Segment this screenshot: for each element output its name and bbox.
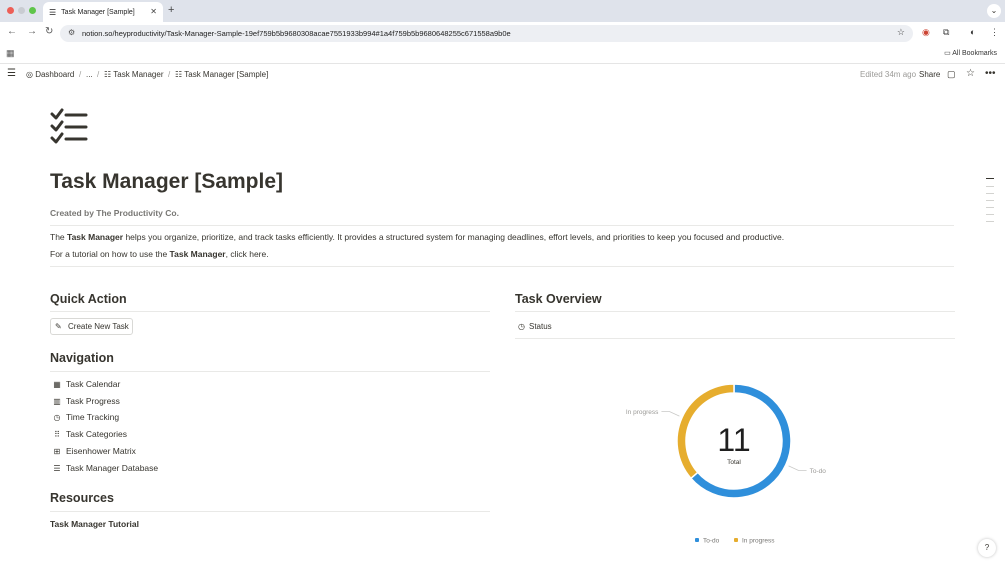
comments-icon[interactable]: ▢: [947, 69, 956, 80]
page-title[interactable]: Task Manager [Sample]: [50, 170, 283, 194]
checklist-page-icon[interactable]: [50, 108, 90, 146]
share-button[interactable]: Share: [919, 70, 940, 79]
extension-icon[interactable]: ◉: [922, 27, 930, 38]
notion-topbar: ☰ ◎ Dashboard / ... / ☷ Task Manager / ☷…: [0, 65, 1005, 87]
toc-marker[interactable]: [986, 207, 994, 208]
nav-item-task-calendar[interactable]: ▦ Task Calendar: [52, 379, 120, 389]
extensions-puzzle-icon[interactable]: ⧉: [943, 27, 949, 38]
sidebar-menu-icon[interactable]: ☰: [7, 68, 16, 79]
matrix-icon: ⊞: [53, 446, 61, 456]
description-paragraph: The Task Manager helps you organize, pri…: [50, 232, 785, 242]
checklist-icon: ☷: [104, 70, 114, 79]
tab-close-icon[interactable]: ✕: [150, 7, 157, 16]
breadcrumb-separator: /: [97, 70, 100, 79]
slice-leader-line: [788, 465, 807, 471]
create-new-task-button[interactable]: ✎ Create New Task: [50, 318, 133, 335]
divider: [515, 338, 955, 339]
browser-tab-bar: ☰ Task Manager [Sample] ✕ + ⌄: [0, 0, 1005, 22]
total-label: Total: [727, 459, 741, 466]
toc-marker[interactable]: [986, 214, 994, 215]
divider: [50, 311, 490, 312]
navigation-heading: Navigation: [50, 351, 114, 365]
nav-item-task-progress[interactable]: ▥ Task Progress: [52, 396, 120, 406]
total-count: 11: [717, 422, 750, 458]
edited-timestamp: Edited 34m ago: [860, 70, 917, 79]
tutorial-resource-link[interactable]: Task Manager Tutorial: [50, 519, 139, 529]
calendar-icon: ▦: [53, 379, 61, 389]
forward-arrow-icon[interactable]: →: [27, 26, 37, 37]
slice-label: In progress: [626, 409, 659, 416]
checklist-icon: ☷: [175, 70, 185, 79]
grid-icon: ⠿: [54, 429, 60, 439]
reload-icon[interactable]: ↻: [45, 26, 53, 37]
browser-toolbar: ← → ↻ ⚙ notion.so/heyproductivity/Task-M…: [0, 22, 1005, 44]
breadcrumb-separator: /: [79, 70, 82, 79]
favorite-star-icon[interactable]: ☆: [966, 68, 975, 79]
status-view-tab[interactable]: ◷ Status: [518, 322, 552, 331]
toc-marker[interactable]: [986, 193, 994, 194]
more-options-icon[interactable]: •••: [985, 68, 996, 79]
apps-grid-icon[interactable]: ▦: [6, 48, 15, 59]
divider: [50, 266, 954, 267]
divider: [515, 311, 955, 312]
back-arrow-icon[interactable]: ←: [7, 26, 17, 37]
url-text: notion.so/heyproductivity/Task-Manager-S…: [82, 29, 511, 38]
all-bookmarks-button[interactable]: ▭ All Bookmarks: [944, 49, 997, 57]
minimize-window-button[interactable]: [18, 7, 25, 14]
browser-menu-icon[interactable]: ⋮: [990, 27, 999, 38]
tutorial-link[interactable]: , click here.: [226, 249, 269, 259]
creator-text: Created by The Productivity Co.: [50, 208, 179, 218]
dashboard-icon: ◎: [26, 70, 36, 79]
breadcrumb-dashboard[interactable]: ◎ Dashboard: [26, 70, 74, 79]
slice-leader-line: [661, 411, 680, 417]
divider: [50, 371, 490, 372]
tab-title: Task Manager [Sample]: [61, 8, 135, 16]
slice-label: To-do: [810, 468, 827, 475]
nav-item-task-categories[interactable]: ⠿ Task Categories: [52, 429, 127, 439]
toc-marker[interactable]: [986, 200, 994, 201]
close-window-button[interactable]: [7, 7, 14, 14]
maximize-window-button[interactable]: [29, 7, 36, 14]
legend-swatch: [695, 538, 699, 542]
browser-tab[interactable]: ☰ Task Manager [Sample] ✕: [43, 2, 163, 22]
nav-item-task-manager-database[interactable]: ☰ Task Manager Database: [52, 463, 158, 473]
help-icon[interactable]: ?: [978, 539, 996, 557]
bookmark-star-icon[interactable]: ☆: [897, 27, 905, 38]
resources-heading: Resources: [50, 491, 114, 505]
tutorial-paragraph: For a tutorial on how to use the Task Ma…: [50, 249, 269, 259]
breadcrumb-ellipsis[interactable]: ...: [86, 70, 93, 79]
nav-item-time-tracking[interactable]: ◷ Time Tracking: [52, 412, 120, 422]
toc-marker[interactable]: [986, 221, 994, 222]
site-info-icon[interactable]: ⚙: [68, 28, 75, 37]
profile-avatar-icon[interactable]: ◐: [970, 27, 975, 37]
status-donut-chart: 11 Total To-do In progress To-do In progre…: [626, 383, 827, 545]
divider: [50, 511, 490, 512]
breadcrumb-task-manager[interactable]: ☷ Task Manager: [104, 70, 164, 79]
quick-action-heading: Quick Action: [50, 292, 127, 306]
nav-item-eisenhower-matrix[interactable]: ⊞ Eisenhower Matrix: [52, 446, 136, 456]
divider: [50, 225, 954, 226]
tab-search-chevron-icon[interactable]: ⌄: [987, 4, 1001, 18]
new-tab-button[interactable]: +: [168, 4, 174, 16]
columns-icon: ▥: [53, 396, 61, 406]
task-overview-heading: Task Overview: [515, 292, 602, 306]
legend-swatch: [734, 538, 738, 542]
breadcrumb-current[interactable]: ☷ Task Manager [Sample]: [175, 70, 268, 79]
notion-tab-icon: ☰: [49, 7, 57, 17]
toc-marker[interactable]: [986, 178, 994, 179]
edit-icon: ✎: [55, 322, 62, 331]
toc-marker[interactable]: [986, 186, 994, 187]
clock-icon: ◷: [518, 322, 525, 331]
database-icon: ☰: [53, 463, 61, 473]
clock-icon: ◷: [53, 412, 61, 422]
bookmarks-bar: ▦ ▭ All Bookmarks: [0, 44, 1005, 64]
legend-label[interactable]: In progress: [742, 538, 775, 545]
address-bar[interactable]: ⚙ notion.so/heyproductivity/Task-Manager…: [60, 25, 913, 42]
legend-label[interactable]: To-do: [703, 538, 720, 545]
breadcrumb-separator: /: [168, 70, 171, 79]
